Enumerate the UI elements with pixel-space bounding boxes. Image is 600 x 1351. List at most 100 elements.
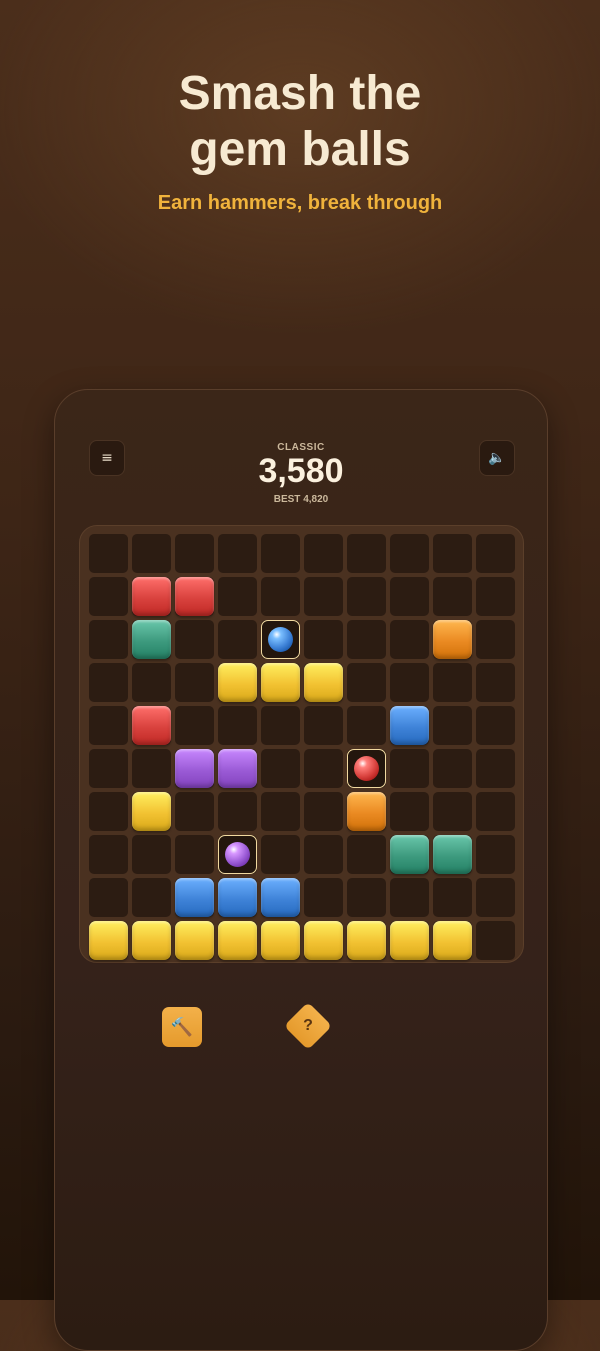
board-cell[interactable] xyxy=(89,835,128,874)
board-cell[interactable] xyxy=(175,620,214,659)
board-cell[interactable] xyxy=(433,577,472,616)
board-cell[interactable] xyxy=(476,792,515,831)
block-blue[interactable] xyxy=(218,878,257,917)
board-cell[interactable] xyxy=(347,878,386,917)
board-cell[interactable] xyxy=(175,835,214,874)
board-cell[interactable] xyxy=(218,577,257,616)
board-cell[interactable] xyxy=(347,663,386,702)
block-gold[interactable] xyxy=(347,921,386,960)
board-cell[interactable] xyxy=(476,663,515,702)
board-cell[interactable] xyxy=(89,663,128,702)
block-blue[interactable] xyxy=(390,706,429,745)
board-cell[interactable] xyxy=(261,534,300,573)
board-cell[interactable] xyxy=(304,835,343,874)
board-cell[interactable] xyxy=(433,663,472,702)
board-cell[interactable] xyxy=(175,792,214,831)
board-cell[interactable] xyxy=(175,663,214,702)
board-cell[interactable] xyxy=(476,706,515,745)
board-cell[interactable] xyxy=(347,620,386,659)
board-cell[interactable] xyxy=(347,706,386,745)
board-cell[interactable] xyxy=(261,835,300,874)
block-gold[interactable] xyxy=(304,921,343,960)
block-teal[interactable] xyxy=(390,835,429,874)
board-cell[interactable] xyxy=(175,706,214,745)
board-cell[interactable] xyxy=(433,878,472,917)
board-cell[interactable] xyxy=(218,792,257,831)
board-cell[interactable] xyxy=(347,534,386,573)
board-cell[interactable] xyxy=(390,749,429,788)
board-cell[interactable] xyxy=(132,663,171,702)
board-cell[interactable] xyxy=(175,534,214,573)
block-blue[interactable] xyxy=(175,878,214,917)
board-cell[interactable] xyxy=(433,792,472,831)
block-gold[interactable] xyxy=(261,921,300,960)
board-cell[interactable] xyxy=(390,534,429,573)
gem-ball-red[interactable] xyxy=(347,749,386,788)
block-purple[interactable] xyxy=(218,749,257,788)
block-gold[interactable] xyxy=(89,921,128,960)
board-cell[interactable] xyxy=(390,620,429,659)
block-gold[interactable] xyxy=(175,921,214,960)
board-cell[interactable] xyxy=(89,792,128,831)
board-cell[interactable] xyxy=(433,534,472,573)
block-blue[interactable] xyxy=(261,878,300,917)
block-teal[interactable] xyxy=(132,620,171,659)
board-cell[interactable] xyxy=(261,792,300,831)
board-cell[interactable] xyxy=(89,878,128,917)
block-red[interactable] xyxy=(175,577,214,616)
board-cell[interactable] xyxy=(218,706,257,745)
board-cell[interactable] xyxy=(476,534,515,573)
board-cell[interactable] xyxy=(261,577,300,616)
board-cell[interactable] xyxy=(476,835,515,874)
board-cell[interactable] xyxy=(304,792,343,831)
board-cell[interactable] xyxy=(433,749,472,788)
board-cell[interactable] xyxy=(476,620,515,659)
block-gold[interactable] xyxy=(132,792,171,831)
board-cell[interactable] xyxy=(89,577,128,616)
board-cell[interactable] xyxy=(218,620,257,659)
block-red[interactable] xyxy=(132,706,171,745)
board-cell[interactable] xyxy=(132,749,171,788)
board-cell[interactable] xyxy=(89,706,128,745)
gem-ball-blue[interactable] xyxy=(261,620,300,659)
block-orange[interactable] xyxy=(433,620,472,659)
block-gold[interactable] xyxy=(390,921,429,960)
block-red[interactable] xyxy=(132,577,171,616)
board-cell[interactable] xyxy=(304,534,343,573)
board-cell[interactable] xyxy=(476,577,515,616)
board-cell[interactable] xyxy=(89,534,128,573)
block-gold[interactable] xyxy=(218,921,257,960)
block-gold[interactable] xyxy=(261,663,300,702)
board-cell[interactable] xyxy=(476,921,515,960)
block-gold[interactable] xyxy=(304,663,343,702)
board-cell[interactable] xyxy=(89,749,128,788)
board-cell[interactable] xyxy=(218,534,257,573)
board-cell[interactable] xyxy=(89,620,128,659)
block-gold[interactable] xyxy=(433,921,472,960)
board-cell[interactable] xyxy=(476,878,515,917)
block-gold[interactable] xyxy=(132,921,171,960)
board-cell[interactable] xyxy=(347,835,386,874)
block-teal[interactable] xyxy=(433,835,472,874)
block-gold[interactable] xyxy=(218,663,257,702)
board-cell[interactable] xyxy=(304,620,343,659)
board-cell[interactable] xyxy=(476,749,515,788)
board-cell[interactable] xyxy=(304,577,343,616)
board-cell[interactable] xyxy=(390,577,429,616)
board-cell[interactable] xyxy=(304,706,343,745)
board-cell[interactable] xyxy=(261,749,300,788)
board-cell[interactable] xyxy=(261,706,300,745)
board-cell[interactable] xyxy=(304,878,343,917)
board-cell[interactable] xyxy=(132,534,171,573)
block-purple[interactable] xyxy=(175,749,214,788)
board-cell[interactable] xyxy=(347,577,386,616)
board-cell[interactable] xyxy=(132,835,171,874)
board-cell[interactable] xyxy=(304,749,343,788)
board-cell[interactable] xyxy=(390,792,429,831)
board-cell[interactable] xyxy=(433,706,472,745)
block-orange[interactable] xyxy=(347,792,386,831)
board-cell[interactable] xyxy=(390,878,429,917)
board-cell[interactable] xyxy=(132,878,171,917)
gem-ball-purple[interactable] xyxy=(218,835,257,874)
hammer-button[interactable]: 🔨 xyxy=(162,1007,202,1047)
